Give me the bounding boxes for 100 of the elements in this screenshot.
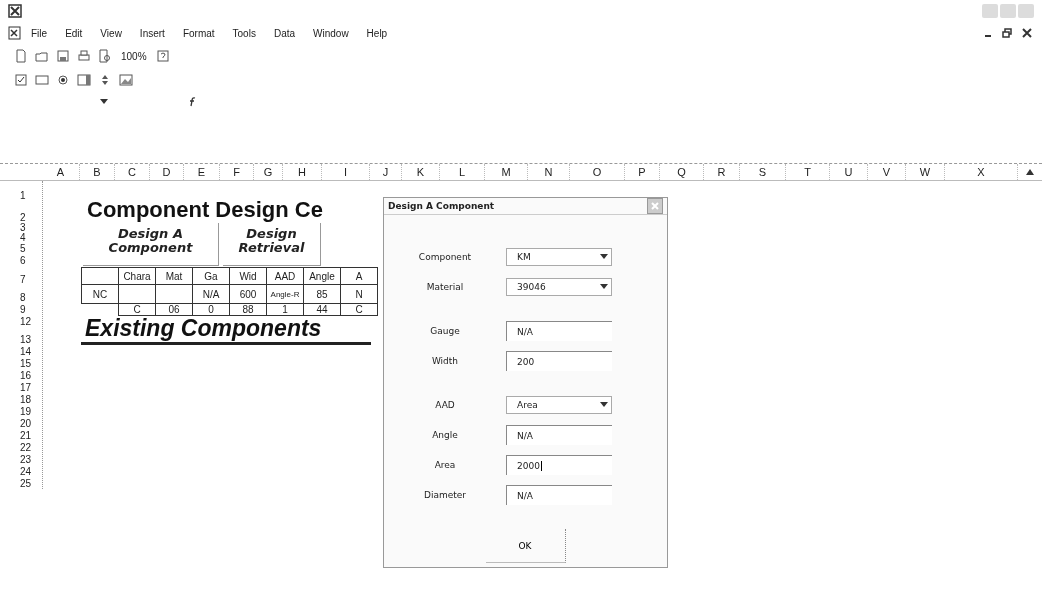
open-folder-icon[interactable] bbox=[35, 49, 49, 63]
column-header[interactable]: L bbox=[440, 164, 485, 180]
column-header[interactable]: Q bbox=[660, 164, 704, 180]
menu-item[interactable]: Insert bbox=[130, 25, 174, 41]
table-cell: C bbox=[118, 303, 156, 316]
close-icon[interactable] bbox=[1022, 28, 1032, 38]
input-field[interactable]: 2000 bbox=[506, 455, 612, 475]
column-header[interactable]: K bbox=[402, 164, 440, 180]
table-cell: N/A bbox=[192, 284, 230, 304]
image-icon[interactable] bbox=[119, 73, 133, 87]
row-header[interactable]: 16 bbox=[20, 371, 32, 381]
row-header[interactable]: 24 bbox=[20, 467, 32, 477]
close-button[interactable] bbox=[647, 198, 663, 214]
table-cell: 600 bbox=[229, 284, 267, 304]
menu-item[interactable]: Format bbox=[173, 25, 224, 41]
menu-item[interactable]: Tools bbox=[223, 25, 265, 41]
sheet-title: Component Design Ce bbox=[86, 197, 324, 223]
dropdown-field[interactable]: Area bbox=[506, 396, 612, 414]
table-cell: 0 bbox=[192, 303, 230, 316]
spreadsheet-logo-icon bbox=[8, 4, 22, 18]
help-icon[interactable] bbox=[155, 49, 170, 63]
column-header[interactable]: I bbox=[322, 164, 370, 180]
column-header[interactable]: F bbox=[220, 164, 254, 180]
column-header[interactable]: R bbox=[704, 164, 740, 180]
column-header[interactable]: P bbox=[625, 164, 660, 180]
print-icon[interactable] bbox=[77, 49, 91, 63]
dropdown-caret-icon[interactable] bbox=[100, 99, 108, 105]
column-header[interactable]: G bbox=[254, 164, 283, 180]
radio-button-icon[interactable] bbox=[56, 73, 70, 87]
column-header[interactable]: M bbox=[485, 164, 528, 180]
column-header[interactable]: E bbox=[184, 164, 220, 180]
input-field[interactable]: N/A bbox=[506, 321, 612, 341]
workbook-icon[interactable] bbox=[8, 26, 22, 40]
dropdown-field[interactable]: 39046 bbox=[506, 278, 612, 296]
row-header[interactable]: 3 bbox=[20, 223, 26, 233]
input-field[interactable]: N/A bbox=[506, 425, 612, 445]
column-header[interactable]: S bbox=[740, 164, 786, 180]
ok-button[interactable]: OK bbox=[485, 529, 566, 563]
empty-cell bbox=[118, 284, 156, 304]
input-field[interactable]: 200 bbox=[506, 351, 612, 371]
column-header[interactable]: W bbox=[906, 164, 945, 180]
new-document-icon[interactable] bbox=[14, 49, 28, 63]
sheet-button[interactable]: Design A Component bbox=[83, 223, 219, 266]
dropdown-field[interactable]: KM bbox=[506, 248, 612, 266]
column-header[interactable]: D bbox=[150, 164, 184, 180]
menu-item[interactable]: File bbox=[22, 25, 57, 41]
row-header[interactable]: 18 bbox=[20, 395, 32, 405]
column-header[interactable]: H bbox=[283, 164, 322, 180]
row-header[interactable]: 12 bbox=[20, 317, 32, 327]
column-header[interactable]: U bbox=[830, 164, 868, 180]
checkbox-icon[interactable] bbox=[14, 73, 28, 87]
column-header[interactable]: J bbox=[370, 164, 402, 180]
column-header[interactable]: B bbox=[80, 164, 115, 180]
function-icon[interactable] bbox=[188, 97, 198, 107]
row-header[interactable]: 5 bbox=[20, 244, 26, 254]
sheet-button[interactable]: Design Retrieval bbox=[223, 223, 321, 266]
menu-item[interactable]: Help bbox=[357, 25, 397, 41]
input-field[interactable]: N/A bbox=[506, 485, 612, 505]
text-field-icon[interactable] bbox=[35, 73, 49, 87]
menu-item[interactable]: Data bbox=[264, 25, 305, 41]
menu-item[interactable]: Window bbox=[304, 25, 358, 41]
row-header[interactable]: 1 bbox=[20, 191, 26, 201]
list-box-icon[interactable] bbox=[77, 73, 91, 87]
table-cell: Mat bbox=[155, 267, 193, 285]
menu-item[interactable]: Edit bbox=[56, 25, 92, 41]
dropdown-caret-icon bbox=[600, 284, 608, 290]
restore-icon[interactable] bbox=[1002, 28, 1012, 38]
row-header[interactable]: 19 bbox=[20, 407, 32, 417]
row-header[interactable]: 25 bbox=[20, 479, 32, 489]
save-icon[interactable] bbox=[56, 49, 70, 63]
print-preview-icon[interactable] bbox=[98, 49, 112, 63]
column-header[interactable]: N bbox=[528, 164, 570, 180]
table-cell: 88 bbox=[229, 303, 267, 316]
column-header[interactable]: X bbox=[945, 164, 1018, 180]
row-header[interactable]: 9 bbox=[20, 305, 26, 315]
column-header[interactable]: O bbox=[570, 164, 625, 180]
column-header[interactable]: A bbox=[42, 164, 80, 180]
row-header[interactable]: 2 bbox=[20, 213, 26, 223]
dropdown-caret-icon bbox=[600, 402, 608, 408]
row-header[interactable]: 6 bbox=[20, 256, 26, 266]
table-cell: 06 bbox=[155, 303, 193, 316]
zoom-level[interactable]: 100% bbox=[119, 50, 149, 62]
row-header[interactable]: 8 bbox=[20, 293, 26, 303]
row-header[interactable]: 4 bbox=[20, 233, 26, 243]
row-header[interactable]: 15 bbox=[20, 359, 32, 369]
column-header[interactable]: T bbox=[786, 164, 830, 180]
scroll-up-arrow-icon[interactable] bbox=[1026, 169, 1034, 175]
row-header[interactable]: 20 bbox=[20, 419, 32, 429]
table-cell: 1 bbox=[266, 303, 304, 316]
field-label: Diameter bbox=[424, 490, 466, 500]
row-header[interactable]: 17 bbox=[20, 383, 32, 393]
row-header[interactable]: 21 bbox=[20, 431, 32, 441]
column-header[interactable]: V bbox=[868, 164, 906, 180]
row-header[interactable]: 13 bbox=[20, 335, 32, 345]
row-header[interactable]: 14 bbox=[20, 347, 32, 357]
column-header[interactable]: C bbox=[115, 164, 150, 180]
row-header[interactable]: 23 bbox=[20, 455, 32, 465]
row-header[interactable]: 7 bbox=[20, 275, 26, 285]
menu-item[interactable]: View bbox=[91, 25, 131, 41]
row-header[interactable]: 22 bbox=[20, 443, 32, 453]
